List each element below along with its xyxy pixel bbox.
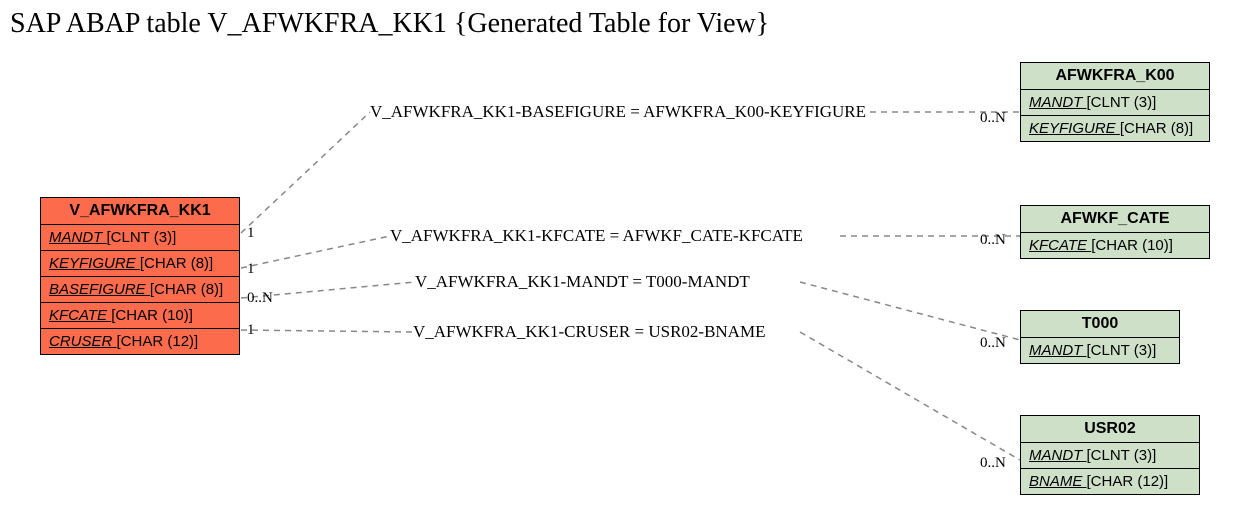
attr-name: KFCATE	[1029, 237, 1087, 254]
cardinality-left: 1	[247, 322, 255, 339]
attr-type: [CHAR (8)]	[1120, 120, 1193, 137]
entity-main-attr: KFCATE [CHAR (10)]	[41, 303, 239, 329]
attr-type: [CHAR (8)]	[150, 281, 223, 298]
entity-attr: MANDT [CLNT (3)]	[1021, 443, 1199, 469]
attr-name: KFCATE	[49, 307, 107, 324]
attr-name: KEYFIGURE	[1029, 120, 1116, 137]
entity-afwkf-cate: AFWKF_CATE KFCATE [CHAR (10)]	[1020, 205, 1210, 259]
entity-name: USR02	[1021, 416, 1199, 443]
entity-main-attr: BASEFIGURE [CHAR (8)]	[41, 277, 239, 303]
cardinality-right: 0..N	[980, 232, 1006, 249]
entity-name: AFWKFRA_K00	[1021, 63, 1209, 90]
entity-attr: BNAME [CHAR (12)]	[1021, 469, 1199, 494]
attr-name: MANDT	[1029, 342, 1082, 359]
attr-type: [CHAR (12)]	[1087, 473, 1169, 490]
attr-type: [CLNT (3)]	[107, 229, 177, 246]
attr-type: [CLNT (3)]	[1087, 342, 1157, 359]
attr-type: [CLNT (3)]	[1087, 94, 1157, 111]
attr-name: KEYFIGURE	[49, 255, 136, 272]
entity-attr: KEYFIGURE [CHAR (8)]	[1021, 116, 1209, 141]
relation-label: V_AFWKFRA_KK1-BASEFIGURE = AFWKFRA_K00-K…	[370, 102, 866, 122]
attr-name: MANDT	[49, 229, 102, 246]
entity-usr02: USR02 MANDT [CLNT (3)] BNAME [CHAR (12)]	[1020, 415, 1200, 495]
entity-attr: MANDT [CLNT (3)]	[1021, 338, 1179, 363]
entity-afwkfra-k00: AFWKFRA_K00 MANDT [CLNT (3)] KEYFIGURE […	[1020, 62, 1210, 142]
attr-name: MANDT	[1029, 447, 1082, 464]
entity-main-name: V_AFWKFRA_KK1	[41, 198, 239, 225]
entity-attr: MANDT [CLNT (3)]	[1021, 90, 1209, 116]
attr-type: [CLNT (3)]	[1087, 447, 1157, 464]
attr-name: BASEFIGURE	[49, 281, 146, 298]
attr-type: [CHAR (10)]	[111, 307, 193, 324]
cardinality-left: 0..N	[247, 290, 273, 307]
entity-main-attr: CRUSER [CHAR (12)]	[41, 329, 239, 354]
page-title: SAP ABAP table V_AFWKFRA_KK1 {Generated …	[10, 8, 769, 40]
attr-type: [CHAR (10)]	[1091, 237, 1173, 254]
entity-main: V_AFWKFRA_KK1 MANDT [CLNT (3)] KEYFIGURE…	[40, 197, 240, 355]
relation-label: V_AFWKFRA_KK1-CRUSER = USR02-BNAME	[413, 322, 765, 342]
relation-label: V_AFWKFRA_KK1-MANDT = T000-MANDT	[415, 272, 750, 292]
attr-name: BNAME	[1029, 473, 1082, 490]
entity-main-attr: KEYFIGURE [CHAR (8)]	[41, 251, 239, 277]
attr-name: MANDT	[1029, 94, 1082, 111]
entity-name: T000	[1021, 311, 1179, 338]
attr-type: [CHAR (12)]	[117, 333, 199, 350]
relation-label: V_AFWKFRA_KK1-KFCATE = AFWKF_CATE-KFCATE	[390, 226, 803, 246]
cardinality-right: 0..N	[980, 455, 1006, 472]
entity-attr: KFCATE [CHAR (10)]	[1021, 233, 1209, 258]
entity-name: AFWKF_CATE	[1021, 206, 1209, 233]
attr-type: [CHAR (8)]	[140, 255, 213, 272]
entity-t000: T000 MANDT [CLNT (3)]	[1020, 310, 1180, 364]
cardinality-right: 0..N	[980, 110, 1006, 127]
cardinality-left: 1	[247, 225, 255, 242]
entity-main-attr: MANDT [CLNT (3)]	[41, 225, 239, 251]
cardinality-right: 0..N	[980, 335, 1006, 352]
attr-name: CRUSER	[49, 333, 112, 350]
cardinality-left: 1	[247, 261, 255, 278]
